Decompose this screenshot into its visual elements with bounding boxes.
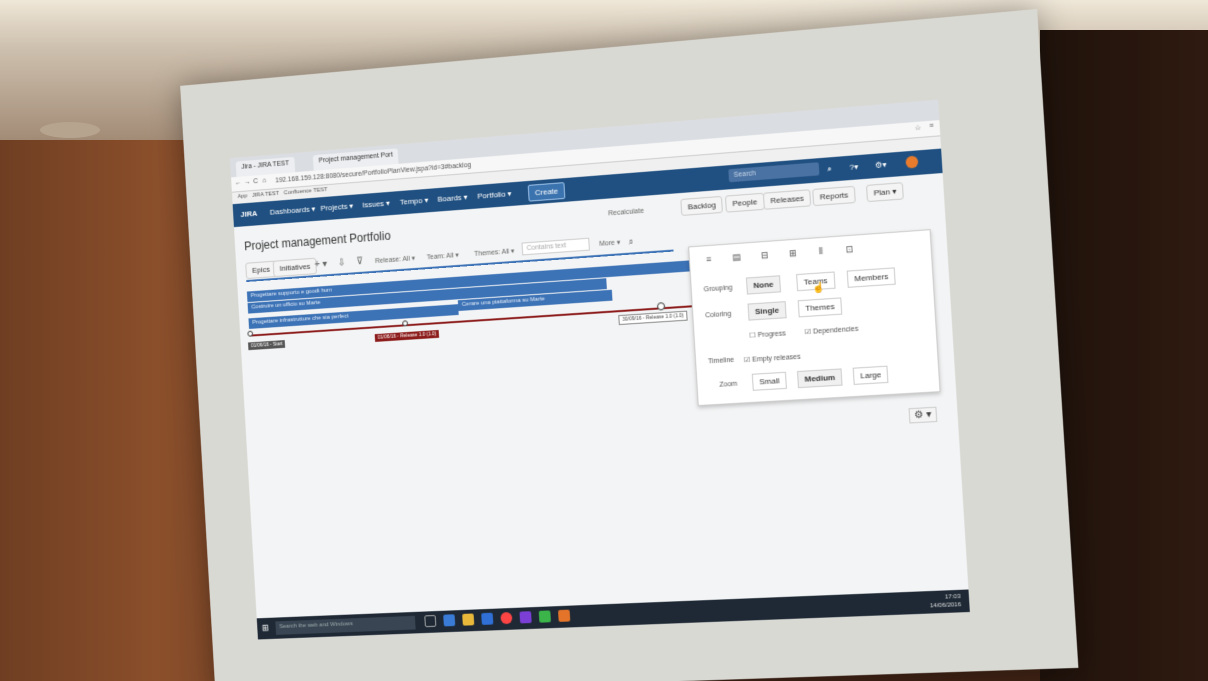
tab-releases[interactable]: Releases <box>763 189 812 210</box>
forward-icon[interactable]: → <box>244 179 251 186</box>
create-button[interactable]: Create <box>528 182 566 202</box>
add-icon[interactable]: + ▾ <box>314 259 327 271</box>
browser-window: Jira - JIRA TEST Project management Port… <box>230 100 970 638</box>
more-button[interactable]: More ▾ <box>599 238 620 247</box>
nav-tempo[interactable]: Tempo ▾ <box>400 196 429 207</box>
bookmark-item[interactable]: App <box>238 193 248 200</box>
plan-menu-button[interactable]: Plan ▾ <box>866 182 904 202</box>
app-icon[interactable] <box>558 610 570 622</box>
taskbar-search-input[interactable]: Search the web and Windows <box>275 616 415 635</box>
ceiling-lamp <box>40 122 100 138</box>
initiatives-button[interactable]: Initiatives <box>273 258 318 278</box>
zoom-small[interactable]: Small <box>752 372 787 391</box>
coloring-single[interactable]: Single <box>748 301 787 321</box>
store-icon[interactable] <box>481 613 493 625</box>
menu-icon[interactable]: ≡ <box>929 123 934 130</box>
nav-projects[interactable]: Projects ▾ <box>320 202 353 213</box>
themes-filter[interactable]: Themes: All ▾ <box>474 247 515 258</box>
timeline-start-label: 01/06/16 - Start <box>248 340 286 350</box>
coloring-label: Coloring <box>705 311 731 320</box>
bookmark-item[interactable]: JIRA TEST <box>252 191 279 199</box>
list-view-icon[interactable]: ≡ <box>702 254 717 267</box>
search-icon[interactable]: ⌕ <box>628 236 634 247</box>
bookmark-item[interactable]: Confluence TEST <box>284 187 328 196</box>
grouping-none[interactable]: None <box>746 275 781 294</box>
nav-portfolio[interactable]: Portfolio ▾ <box>477 189 512 200</box>
calendar-icon[interactable]: ▤ <box>729 252 744 265</box>
search-input[interactable]: Search <box>728 162 819 182</box>
timeline-label: Timeline <box>708 357 734 366</box>
page-title: Project management Portfolio <box>244 229 391 253</box>
progress-checkbox[interactable]: ☐ Progress <box>749 329 786 339</box>
reload-icon[interactable]: C <box>253 178 258 185</box>
onenote-icon[interactable] <box>519 611 531 623</box>
star-icon[interactable]: ☆ <box>914 124 921 133</box>
photo-scene: – ❐ ✕ Jira - JIRA TEST Project managemen… <box>0 0 1208 681</box>
edge-icon[interactable] <box>443 614 455 626</box>
dependencies-checkbox[interactable]: ☑ Dependencies <box>804 325 858 336</box>
board-view-icon[interactable]: ⊡ <box>842 244 857 257</box>
app-icon[interactable] <box>539 610 551 622</box>
release-label: 01/06/16 - Release 1.0 (1.0) <box>375 330 440 342</box>
jira-logo[interactable]: JIRA <box>240 209 257 219</box>
recalculate-button[interactable]: Recalculate <box>608 208 644 218</box>
empty-releases-checkbox[interactable]: ☑ Empty releases <box>744 353 801 365</box>
projection-screen: – ❐ ✕ Jira - JIRA TEST Project managemen… <box>180 9 1078 681</box>
group-view-icon[interactable]: ⊞ <box>785 248 800 261</box>
windows-start-icon[interactable]: ⊞ <box>262 623 270 634</box>
coloring-themes[interactable]: Themes <box>798 297 842 317</box>
release-filter[interactable]: Release: All ▾ <box>375 254 415 265</box>
tree-view-icon[interactable]: ⊟ <box>757 250 772 263</box>
mouse-cursor-icon: ☝ <box>812 282 825 294</box>
help-icon[interactable]: ?▾ <box>849 162 858 172</box>
home-icon[interactable]: ⌂ <box>262 177 266 184</box>
release-label: 30/09/16 - Release 1.0 (1.0) <box>618 311 688 325</box>
team-filter[interactable]: Team: All ▾ <box>427 251 460 261</box>
tab-backlog[interactable]: Backlog <box>680 196 723 216</box>
settings-gear-button[interactable]: ⚙ ▾ <box>909 407 938 424</box>
chrome-icon[interactable] <box>500 612 512 624</box>
grouping-members[interactable]: Members <box>847 267 896 287</box>
progress-label: Progress <box>758 330 787 339</box>
download-icon[interactable]: ⇩ <box>337 257 345 268</box>
columns-icon[interactable]: ⫴ <box>814 246 829 259</box>
release-marker[interactable] <box>657 302 665 310</box>
filter-icon[interactable]: ⊽ <box>356 256 363 267</box>
dependencies-label: Dependencies <box>813 326 859 336</box>
zoom-medium[interactable]: Medium <box>797 368 843 388</box>
contains-text-input[interactable]: Contains text <box>522 238 590 256</box>
tab-reports[interactable]: Reports <box>812 186 856 206</box>
nav-issues[interactable]: Issues ▾ <box>362 199 390 210</box>
grouping-label: Grouping <box>703 285 732 294</box>
nav-dashboards[interactable]: Dashboards ▾ <box>270 204 316 216</box>
task-view-icon[interactable] <box>424 615 436 627</box>
avatar[interactable] <box>905 156 918 169</box>
folder-icon[interactable] <box>462 613 474 625</box>
view-settings-panel: ≡ ▤ ⊟ ⊞ ⫴ ⊡ Grouping None Teams Members … <box>688 229 941 406</box>
taskbar-clock[interactable]: 17:03 14/06/2016 <box>929 593 961 611</box>
back-icon[interactable]: ← <box>235 179 242 186</box>
zoom-large[interactable]: Large <box>853 366 889 385</box>
search-icon[interactable]: ⌕ <box>827 164 832 174</box>
tab-people[interactable]: People <box>725 193 765 213</box>
zoom-label: Zoom <box>719 381 737 389</box>
clock-date: 14/06/2016 <box>930 601 962 610</box>
gear-icon[interactable]: ⚙▾ <box>875 160 887 170</box>
empty-releases-label: Empty releases <box>752 354 801 364</box>
nav-boards[interactable]: Boards ▾ <box>437 193 467 204</box>
